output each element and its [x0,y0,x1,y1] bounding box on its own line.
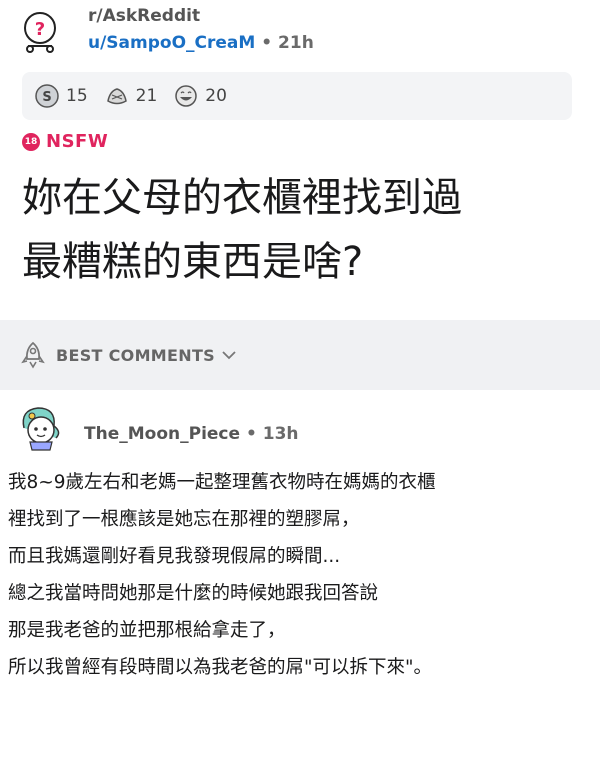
nsfw-icon: 18 [22,132,40,151]
comment-meta: The_Moon_Piece • 13h [84,424,299,444]
award-helpful[interactable]: 21 [104,83,158,109]
comment-line: 我8~9歲左右和老媽一起整理舊衣物時在媽媽的衣櫃 [8,472,436,493]
post-header: ? r/AskReddit u/SampoO_CreaM • 21h [0,0,600,64]
svg-text:?: ? [35,19,45,40]
laughing-face-icon [175,85,198,107]
nsfw-label: NSFW [46,131,109,152]
helpful-hands-icon [106,88,127,105]
award-count: 15 [66,86,88,106]
award-count: 21 [135,86,158,106]
comment-author-avatar[interactable] [14,402,66,454]
svg-text:S: S [42,90,51,105]
awards-bar: S 15 21 20 [22,72,572,120]
comment-age: 13h [262,424,299,444]
nsfw-tag: 18 NSFW [22,131,108,152]
post-age: 21h [278,33,314,53]
silver-coin-icon: S [35,84,59,108]
award-silver[interactable]: S 15 [34,83,88,109]
comment-body: 我8~9歲左右和老媽一起整理舊衣物時在媽媽的衣櫃 裡找到了一根應該是她忘在那裡的… [8,464,594,686]
comment-sort-bar[interactable]: BEST COMMENTS [0,320,600,390]
post-meta: u/SampoO_CreaM • 21h [88,33,314,53]
post-author-link[interactable]: u/SampoO_CreaM [88,33,255,53]
post-title-line: 妳在父母的衣櫃裡找到過 [22,175,462,221]
post-title-line: 最糟糕的東西是啥? [22,239,364,285]
sort-label: BEST COMMENTS [56,345,215,365]
post-title[interactable]: 妳在父母的衣櫃裡找到過 最糟糕的東西是啥? [22,166,582,294]
comment-line: 總之我當時問她那是什麼的時候她跟我回答說 [8,583,379,604]
award-count: 20 [205,86,227,106]
comment-line: 而且我媽還剛好看見我發現假屌的瞬間... [8,546,341,567]
chevron-down-icon [222,351,236,360]
comment-author-link[interactable]: The_Moon_Piece [84,424,240,444]
meta-separator: • [245,424,257,444]
subreddit-name[interactable]: r/AskReddit [88,6,200,26]
comment-line: 所以我曾經有段時間以為我老爸的屌"可以拆下來"。 [8,657,433,678]
award-haha[interactable]: 20 [173,83,227,109]
comment-line: 裡找到了一根應該是她忘在那裡的塑膠屌， [8,509,360,530]
subreddit-avatar-icon[interactable]: ? [18,10,62,54]
meta-separator: • [261,33,273,53]
rocket-icon [21,341,45,369]
comment-line: 那是我老爸的並把那根給拿走了， [8,620,286,641]
